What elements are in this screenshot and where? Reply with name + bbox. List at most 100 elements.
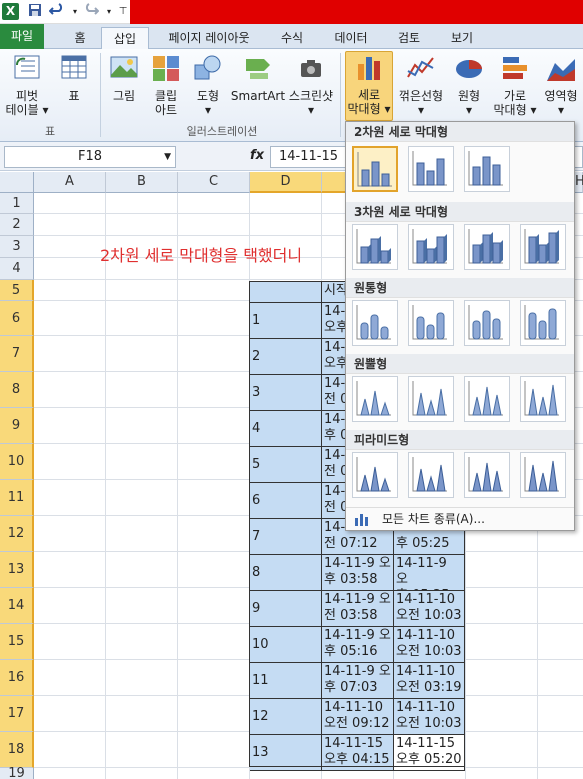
- 3d-stacked-column-thumbnail[interactable]: [408, 224, 454, 270]
- tab-review[interactable]: 검토: [385, 27, 433, 49]
- row-header-14[interactable]: 14: [0, 588, 34, 624]
- table-cell-end[interactable]: 14-11-9 오 후 05:25: [394, 555, 465, 591]
- row-header-8[interactable]: 8: [0, 372, 34, 408]
- cone-3d-column-thumbnail[interactable]: [520, 376, 566, 422]
- pyr-stacked-column-thumbnail[interactable]: [408, 452, 454, 498]
- 3d-clustered-column-thumbnail[interactable]: [352, 224, 398, 270]
- table-cell-start[interactable]: 14-11-9 오 후 07:03: [322, 663, 394, 699]
- table-cell-index[interactable]: 6: [250, 483, 322, 519]
- column-chart-button[interactable]: 세로 막대형 ▾: [345, 51, 393, 121]
- table-cell-start[interactable]: 14-11-15 오후 04:15: [322, 735, 394, 771]
- cyl-stacked-column-thumbnail[interactable]: [408, 300, 454, 346]
- name-box[interactable]: F18 ▼: [4, 146, 176, 168]
- pivot-table-button[interactable]: 피벗 테이블 ▾: [4, 53, 50, 117]
- pyr-percent-column-thumbnail[interactable]: [464, 452, 510, 498]
- picture-button[interactable]: 그림: [104, 53, 144, 103]
- table-cell-index[interactable]: 4: [250, 411, 322, 447]
- tab-file[interactable]: 파일: [0, 24, 44, 49]
- table-cell-index[interactable]: 1: [250, 303, 322, 339]
- tab-page-layout[interactable]: 페이지 레이아웃: [158, 27, 260, 49]
- tab-formulas[interactable]: 수식: [268, 27, 316, 49]
- row-header-7[interactable]: 7: [0, 336, 34, 372]
- cone-percent-column-thumbnail[interactable]: [464, 376, 510, 422]
- row-header-18[interactable]: 18: [0, 732, 34, 768]
- table-button[interactable]: 표: [54, 53, 94, 103]
- table-cell-start[interactable]: 14-11-9 오 후 05:16: [322, 627, 394, 663]
- row-header-13[interactable]: 13: [0, 552, 34, 588]
- row-header-4[interactable]: 4: [0, 258, 34, 280]
- table-cell-index[interactable]: 9: [250, 591, 322, 627]
- select-all-corner[interactable]: [0, 172, 34, 193]
- row-header-3[interactable]: 3: [0, 236, 34, 258]
- table-header-cell[interactable]: [250, 282, 322, 303]
- column-header-b[interactable]: B: [106, 172, 178, 193]
- smartart-button[interactable]: SmartArt: [230, 53, 286, 103]
- row-header-2[interactable]: 2: [0, 214, 34, 236]
- shapes-button[interactable]: 도형 ▾: [188, 53, 228, 117]
- row-header-19[interactable]: 19: [0, 766, 34, 779]
- table-cell-index[interactable]: 5: [250, 447, 322, 483]
- column-header-c[interactable]: C: [178, 172, 250, 193]
- row-header-6[interactable]: 6: [0, 301, 34, 336]
- table-cell-end[interactable]: 14-11-10 오전 10:03: [394, 591, 465, 627]
- row-header-1[interactable]: 1: [0, 193, 34, 214]
- cyl-3d-column-thumbnail[interactable]: [520, 300, 566, 346]
- column-header-a[interactable]: A: [34, 172, 106, 193]
- table-cell-index[interactable]: 3: [250, 375, 322, 411]
- row-header-17[interactable]: 17: [0, 696, 34, 732]
- table-cell-end[interactable]: 14-11-10 오전 03:19: [394, 663, 465, 699]
- tab-data[interactable]: 데이터: [325, 27, 377, 49]
- cyl-clustered-column-thumbnail[interactable]: [352, 300, 398, 346]
- column-header-h[interactable]: H: [575, 172, 583, 193]
- table-cell-index[interactable]: 12: [250, 699, 322, 735]
- table-cell-start[interactable]: 14-11-9 오 후 03:58: [322, 555, 394, 591]
- row-header-9[interactable]: 9: [0, 408, 34, 444]
- cone-stacked-column-thumbnail[interactable]: [408, 376, 454, 422]
- column-header-d[interactable]: D: [250, 172, 322, 193]
- row-header-15[interactable]: 15: [0, 624, 34, 660]
- cyl-percent-column-thumbnail[interactable]: [464, 300, 510, 346]
- pie-chart-button[interactable]: 원형 ▾: [448, 53, 490, 117]
- area-chart-button[interactable]: 영역형 ▾: [539, 53, 583, 117]
- bar-chart-button[interactable]: 가로 막대형 ▾: [492, 53, 538, 117]
- row-header-11[interactable]: 11: [0, 480, 34, 516]
- chevron-down-icon[interactable]: ▼: [164, 147, 171, 167]
- screenshot-button[interactable]: 스크린샷 ▾: [286, 53, 336, 117]
- all-chart-types-button[interactable]: 모든 차트 종류(A)...: [346, 507, 574, 529]
- row-header-12[interactable]: 12: [0, 516, 34, 552]
- table-cell-index[interactable]: 10: [250, 627, 322, 663]
- 2d-percent-column-thumbnail[interactable]: [464, 146, 510, 192]
- row-header-10[interactable]: 10: [0, 444, 34, 480]
- table-cell-end[interactable]: 14-11-15 오후 05:20: [394, 735, 465, 771]
- column-header-e[interactable]: [322, 172, 346, 193]
- table-cell-end[interactable]: 14-11-10 오전 10:03: [394, 627, 465, 663]
- 2d-clustered-column-thumbnail[interactable]: [352, 146, 398, 192]
- table-cell-index[interactable]: 13: [250, 735, 322, 771]
- pyr-3d-column-thumbnail[interactable]: [520, 452, 566, 498]
- table-cell-index[interactable]: 7: [250, 519, 322, 555]
- tab-insert[interactable]: 삽입: [101, 27, 149, 49]
- tab-home[interactable]: 홈: [60, 27, 100, 49]
- title-bar-red-area: [130, 0, 583, 24]
- undo-icon[interactable]: [48, 3, 66, 21]
- redo-icon[interactable]: [82, 3, 100, 21]
- tab-view[interactable]: 보기: [438, 27, 486, 49]
- fx-icon[interactable]: fx: [250, 148, 264, 163]
- pyr-clustered-column-thumbnail[interactable]: [352, 452, 398, 498]
- table-cell-index[interactable]: 2: [250, 339, 322, 375]
- clipart-button[interactable]: 클립 아트: [146, 53, 186, 117]
- table-cell-index[interactable]: 11: [250, 663, 322, 699]
- line-chart-button[interactable]: 꺾은선형 ▾: [396, 53, 446, 117]
- 3d-3d-column-thumbnail[interactable]: [520, 224, 566, 270]
- table-cell-end[interactable]: 14-11-10 오전 10:03: [394, 699, 465, 735]
- excel-app-icon[interactable]: X: [2, 3, 19, 20]
- table-cell-start[interactable]: 14-11-10 오전 09:12: [322, 699, 394, 735]
- table-cell-start[interactable]: 14-11-9 오 전 03:58: [322, 591, 394, 627]
- save-icon[interactable]: [26, 3, 44, 21]
- 3d-percent-column-thumbnail[interactable]: [464, 224, 510, 270]
- cone-clustered-column-thumbnail[interactable]: [352, 376, 398, 422]
- table-cell-index[interactable]: 8: [250, 555, 322, 591]
- row-header-5[interactable]: 5: [0, 280, 34, 301]
- 2d-stacked-column-thumbnail[interactable]: [408, 146, 454, 192]
- row-header-16[interactable]: 16: [0, 660, 34, 696]
